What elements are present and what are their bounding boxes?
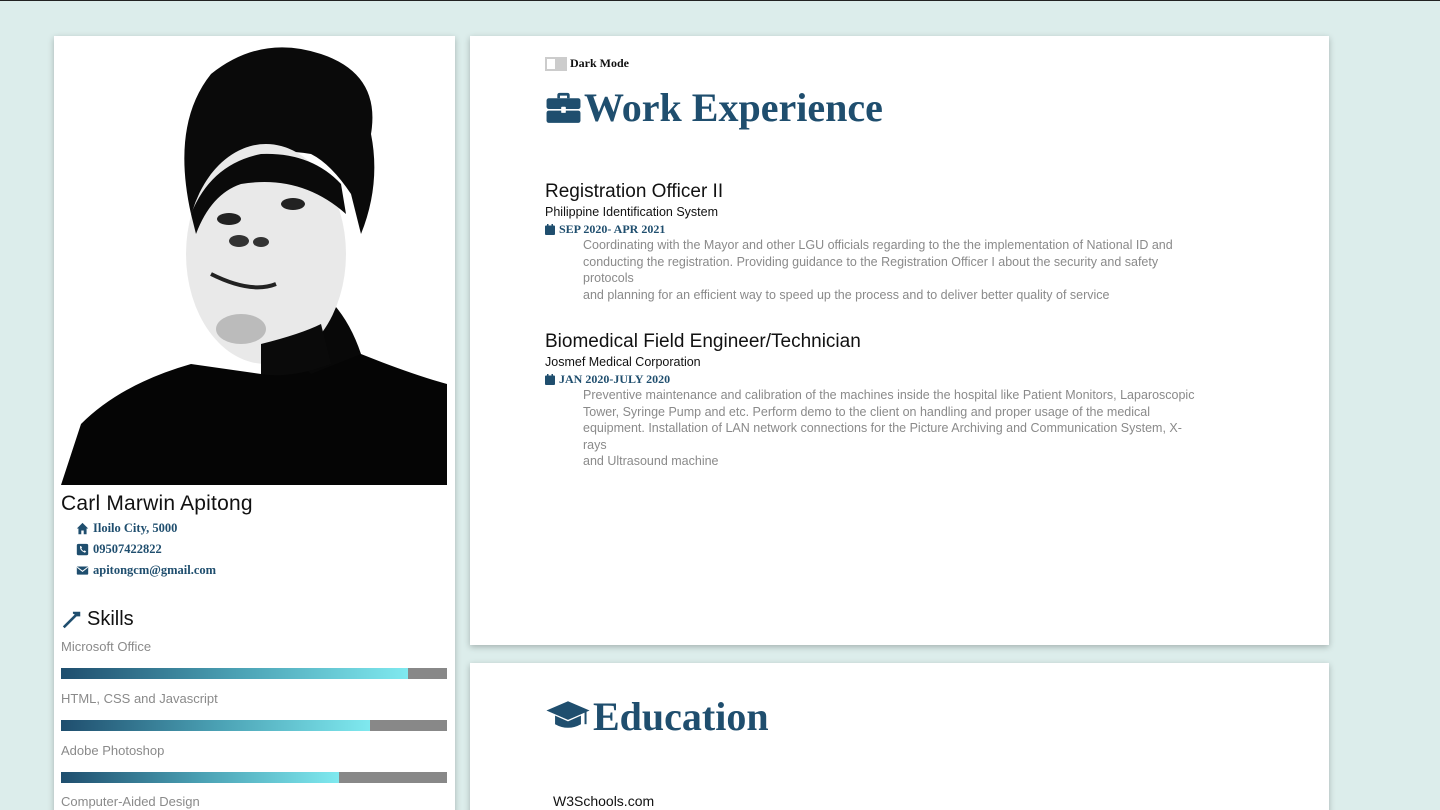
job-description-line: and Ultrasound machine (583, 454, 719, 469)
skill-bar (61, 668, 447, 679)
job-description-line: Coordinating with the Mayor and other LG… (583, 238, 1173, 252)
job-description-line: Tower, Syringe Pump and etc. Perform dem… (583, 404, 1150, 419)
education-heading: Education (545, 693, 769, 740)
skill-bar (61, 720, 447, 731)
education-heading-text: Education (593, 694, 769, 739)
dark-mode-label: Dark Mode (570, 56, 629, 70)
job-company: Philippine Identification System (545, 205, 719, 219)
dark-mode-switch[interactable] (545, 57, 567, 71)
work-experience-card: Dark Mode Work Experience Registration O… (470, 36, 1329, 645)
job-description-line: equipment. Installation of LAN network c… (583, 421, 1182, 452)
skill-label: Microsoft Office (61, 639, 152, 654)
skill-bar-fill (61, 668, 409, 679)
hammer-icon (62, 611, 81, 628)
skill-bar (61, 772, 447, 783)
job-description-line: and planning for an efficient way to spe… (583, 287, 1110, 302)
job-date-text: JAN 2020-JULY 2020 (559, 372, 671, 386)
job-company: Josmef Medical Corporation (545, 355, 701, 369)
calendar-icon (545, 374, 555, 385)
contact-phone: 09507422822 (76, 542, 162, 557)
email-text: apitongcm@gmail.com (93, 563, 217, 577)
job-title: Registration Officer II (545, 181, 724, 202)
phone-text: 09507422822 (93, 542, 162, 556)
job-description: Coordinating with the Mayor and other LG… (583, 237, 1203, 303)
job-date: SEP 2020- APR 2021 (545, 222, 665, 237)
contact-location: Iloilo City, 5000 (76, 521, 177, 536)
job-date-text: SEP 2020- APR 2021 (559, 222, 666, 236)
job-description-line: conducting the registration. Providing g… (583, 254, 1159, 286)
skills-heading: Skills (61, 608, 134, 631)
work-experience-heading: Work Experience (545, 84, 883, 131)
skill-label: Computer-Aided Design (61, 794, 200, 809)
skills-heading-text: Skills (87, 608, 134, 630)
person-name: Carl Marwin Apitong (61, 492, 253, 515)
work-experience-heading-text: Work Experience (584, 85, 883, 130)
skill-bar-fill (61, 772, 339, 783)
briefcase-icon (546, 92, 581, 123)
job-title: Biomedical Field Engineer/Technician (545, 331, 861, 352)
school-name: W3Schools.com (553, 793, 655, 809)
profile-card: Carl Marwin Apitong Iloilo City, 5000 09… (54, 36, 455, 810)
location-text: Iloilo City, 5000 (93, 521, 178, 535)
skill-label: Adobe Photoshop (61, 743, 165, 758)
education-card: Education W3Schools.com (470, 663, 1329, 810)
job-date: JAN 2020-JULY 2020 (545, 372, 670, 387)
graduation-cap-icon (546, 700, 590, 728)
job-description-line: Preventive maintenance and calibration o… (583, 388, 1195, 402)
home-icon (76, 522, 89, 535)
envelope-icon (76, 566, 89, 575)
profile-photo (61, 44, 447, 485)
phone-icon (76, 543, 89, 556)
calendar-icon (545, 224, 555, 235)
job-description: Preventive maintenance and calibration o… (583, 387, 1203, 470)
skill-label: HTML, CSS and Javascript (61, 691, 218, 706)
dark-mode-toggle[interactable]: Dark Mode (545, 56, 629, 71)
skill-bar-fill (61, 720, 370, 731)
contact-email: apitongcm@gmail.com (76, 563, 216, 578)
